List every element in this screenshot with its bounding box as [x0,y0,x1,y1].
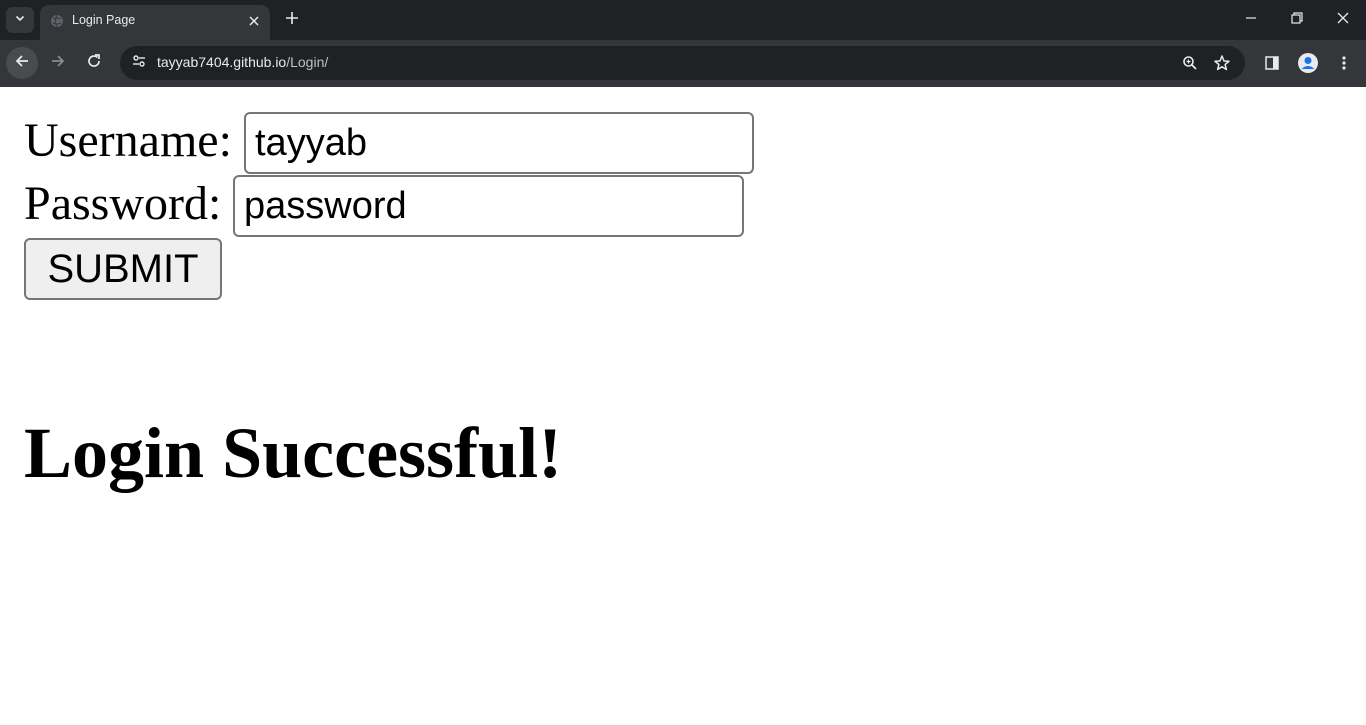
close-window-button[interactable] [1320,6,1366,34]
restore-icon [1291,11,1303,29]
chevron-down-icon [14,11,26,29]
url-text[interactable]: tayyab7404.github.io/Login/ [157,54,328,70]
reload-button[interactable] [78,47,110,79]
url-host: tayyab7404.github.io [157,54,287,70]
tab-title: Login Page [72,13,136,27]
arrow-right-icon [50,53,66,74]
tab-strip: Login Page [0,0,1366,40]
minimize-icon [1245,11,1257,29]
address-bar[interactable]: tayyab7404.github.io/Login/ [120,46,1245,80]
side-panel-icon[interactable] [1260,51,1284,75]
browser-toolbar: tayyab7404.github.io/Login/ [0,40,1366,87]
reload-icon [86,53,102,74]
bookmark-star-icon[interactable] [1210,51,1234,75]
minimize-button[interactable] [1228,6,1274,34]
profile-avatar-icon[interactable] [1296,51,1320,75]
password-label: Password: [24,177,222,230]
globe-icon [50,14,64,28]
back-button[interactable] [6,47,38,79]
username-input[interactable]: tayyab [244,112,754,174]
zoom-icon[interactable] [1178,51,1202,75]
site-info-button[interactable] [126,50,152,76]
new-tab-button[interactable] [280,8,304,32]
more-menu-icon[interactable] [1332,51,1356,75]
submit-button[interactable]: SUBMIT [24,238,222,300]
close-icon [1337,11,1349,29]
url-path: /Login/ [286,54,329,70]
close-tab-icon[interactable] [246,13,262,29]
username-label: Username: [24,114,232,167]
forward-button[interactable] [42,47,74,79]
login-success-message: Login Successful! [24,413,563,493]
tune-icon [131,53,147,74]
arrow-left-icon [14,53,30,74]
page-content: Username: tayyab Password: password SUBM… [0,87,1366,725]
tab-search-button[interactable] [6,7,34,33]
tab-login-page[interactable]: Login Page [40,5,270,40]
password-input[interactable]: password [233,175,744,237]
plus-icon [285,11,299,30]
restore-button[interactable] [1274,6,1320,34]
